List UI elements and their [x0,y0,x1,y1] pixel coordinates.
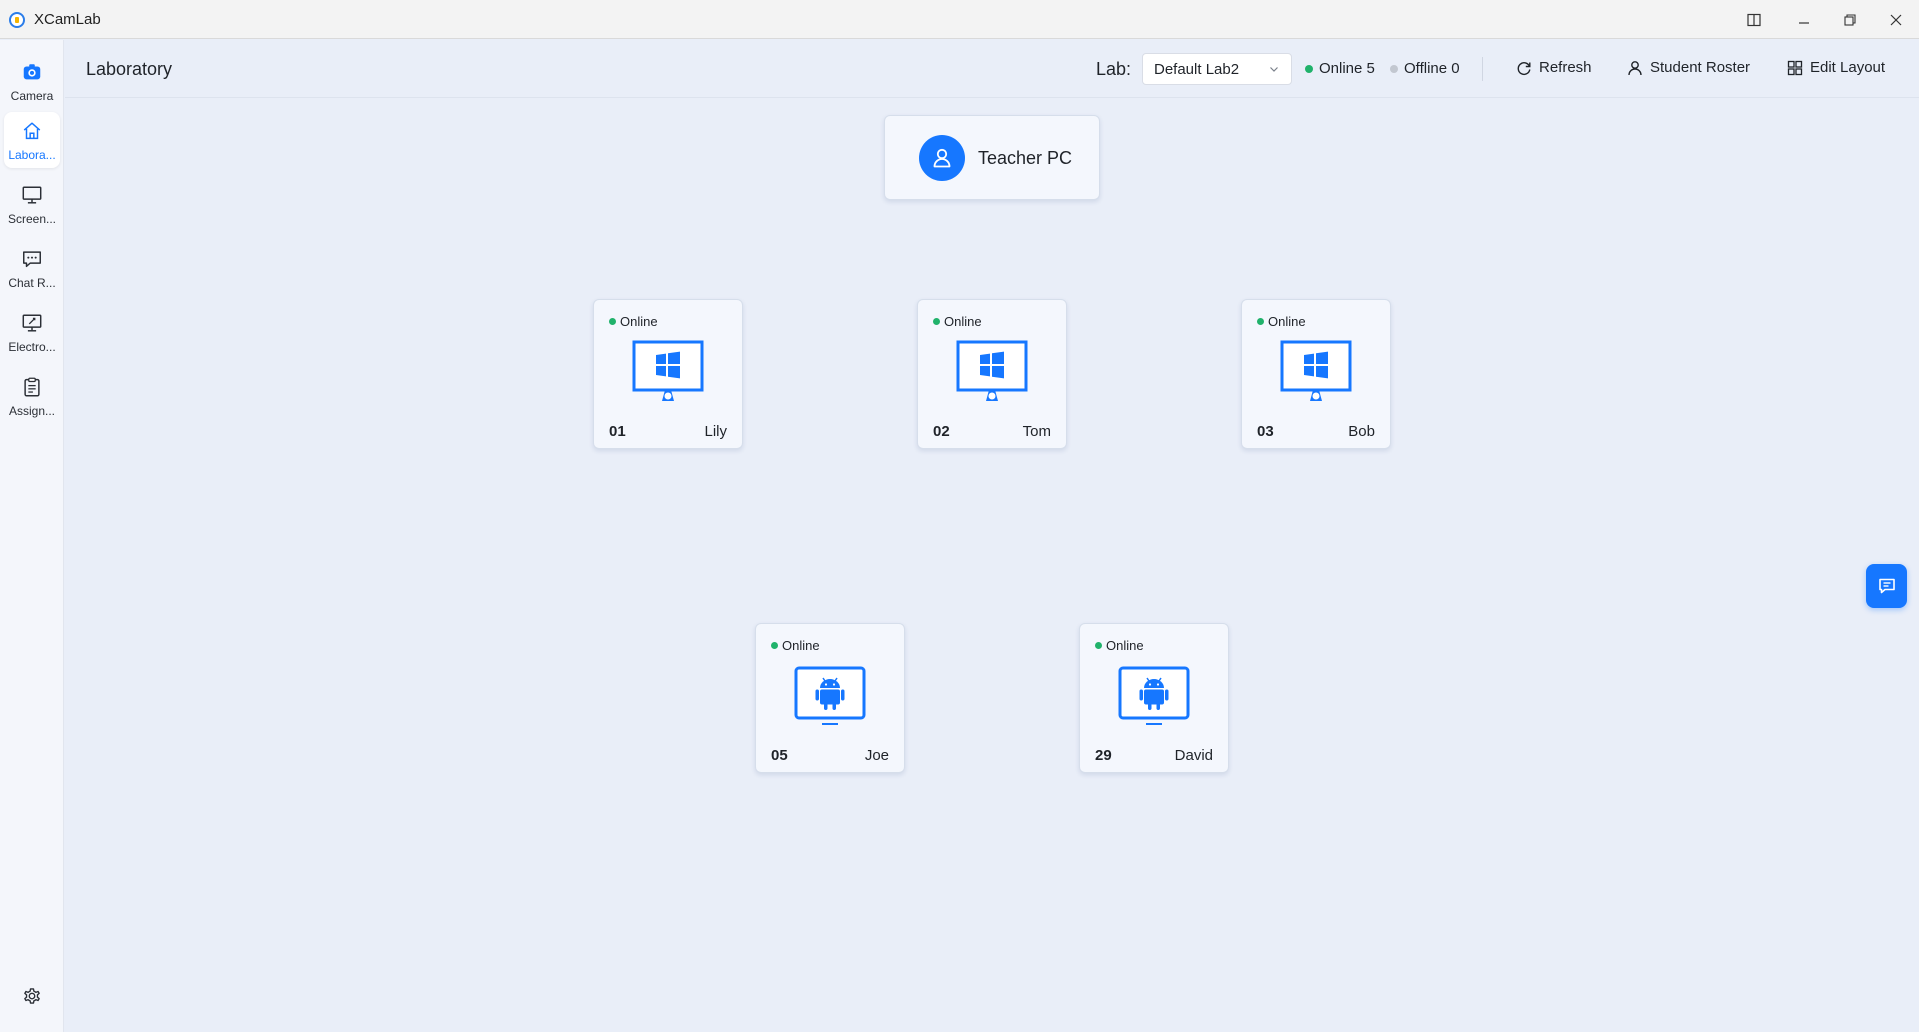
student-roster-label: Student Roster [1650,59,1751,76]
lab-select[interactable]: Default Lab2 [1142,53,1292,85]
user-icon [933,148,951,168]
pc-status-text: Online [944,314,982,329]
restore-button[interactable] [1827,0,1873,39]
close-button[interactable] [1873,0,1919,39]
pc-number: 05 [771,747,788,764]
pc-status: Online [933,314,982,329]
refresh-button[interactable]: Refresh [1516,59,1592,76]
refresh-icon [1517,61,1531,75]
whiteboard-icon [22,314,42,332]
pc-student-name: David [1174,747,1213,764]
online-dot-icon [771,642,778,649]
pc-status: Online [1095,638,1144,653]
sidebar-item-label: Assign... [8,404,56,418]
pc-student-name: Lily [704,423,727,440]
student-roster-button[interactable]: Student Roster [1627,59,1750,76]
header-bar: Laboratory Lab: Default Lab2 Online 5 Of… [65,40,1919,98]
android-device-icon [1118,666,1190,725]
pc-number: 01 [609,423,626,440]
online-dot-icon [933,318,940,325]
header-divider [1482,57,1483,81]
close-icon [1890,14,1902,25]
lab-label: Lab: [1096,59,1132,79]
pc-student-name: Joe [864,747,889,764]
online-dot-icon [1095,642,1102,649]
clipboard-icon [24,377,40,397]
online-dot-icon [609,318,616,325]
pc-status-text: Online [782,638,820,653]
pc-number: 02 [933,423,950,440]
pc-student-name: Bob [1348,423,1375,440]
student-pc-card[interactable]: Online 03 Bob [1241,299,1391,449]
sidebar-item-laboratory[interactable]: Labora... [4,112,60,168]
gear-icon[interactable] [21,985,43,1007]
chat-icon [23,251,41,268]
pc-status: Online [609,314,658,329]
split-view-icon [1747,13,1761,26]
split-view-button[interactable] [1731,0,1777,39]
camera-icon [23,64,41,80]
app-title: XCamLab [34,11,101,28]
sidebar-item-electronic-whiteboard[interactable]: Electro... [4,304,60,360]
edit-layout-button[interactable]: Edit Layout [1787,59,1885,76]
android-device-icon [794,666,866,725]
sidebar-item-label: Camera [10,89,54,103]
refresh-label: Refresh [1539,59,1592,76]
student-pc-card[interactable]: Online 05 Joe [755,623,905,773]
pc-number: 03 [1257,423,1274,440]
app-logo-icon [9,12,25,28]
page-title: Laboratory [86,59,173,79]
lab-select-value: Default Lab2 [1154,61,1240,78]
online-dot-icon [1305,64,1313,73]
windows-pc-icon [632,340,704,401]
home-icon [23,122,41,140]
sidebar-item-screen[interactable]: Screen... [4,176,60,232]
restore-icon [1844,13,1856,26]
offline-count-text: Offline 0 [1404,60,1460,77]
minimize-icon [1799,21,1809,24]
sidebar-item-assignment[interactable]: Assign... [4,368,60,424]
monitor-icon [22,186,42,204]
online-count: Online 5 [1305,60,1375,77]
sidebar: Camera Labora... Screen... Chat R... Ele… [0,40,64,1032]
sidebar-item-label: Labora... [8,148,56,162]
sidebar-item-label: Electro... [8,340,56,354]
student-pc-card[interactable]: Online 29 David [1079,623,1229,773]
teacher-name: Teacher PC [978,148,1073,168]
sidebar-item-camera[interactable]: Camera [4,53,60,109]
title-bar: XCamLab [0,0,1919,39]
windows-pc-icon [1280,340,1352,401]
offline-count: Offline 0 [1390,60,1460,77]
online-count-text: Online 5 [1319,60,1375,77]
pc-number: 29 [1095,747,1112,764]
sidebar-item-label: Screen... [7,212,57,226]
online-dot-icon [1257,318,1264,325]
pc-status: Online [771,638,820,653]
pc-status: Online [1257,314,1306,329]
edit-layout-label: Edit Layout [1810,59,1886,76]
student-pc-card[interactable]: Online 01 Lily [593,299,743,449]
message-icon [1878,578,1895,594]
teacher-avatar [919,135,965,181]
floating-chat-button[interactable] [1866,564,1907,608]
chevron-down-icon [1270,67,1278,72]
user-icon [1628,60,1642,75]
student-pc-card[interactable]: Online 02 Tom [917,299,1067,449]
windows-pc-icon [956,340,1028,401]
sidebar-item-chat-room[interactable]: Chat R... [4,240,60,296]
sidebar-item-label: Chat R... [8,276,56,290]
offline-dot-icon [1390,64,1398,73]
pc-status-text: Online [1268,314,1306,329]
layout-grid-icon [1787,60,1803,75]
teacher-pc-card[interactable]: Teacher PC [884,115,1100,200]
pc-student-name: Tom [1022,423,1051,440]
pc-status-text: Online [620,314,658,329]
pc-status-text: Online [1106,638,1144,653]
minimize-button[interactable] [1781,0,1827,39]
